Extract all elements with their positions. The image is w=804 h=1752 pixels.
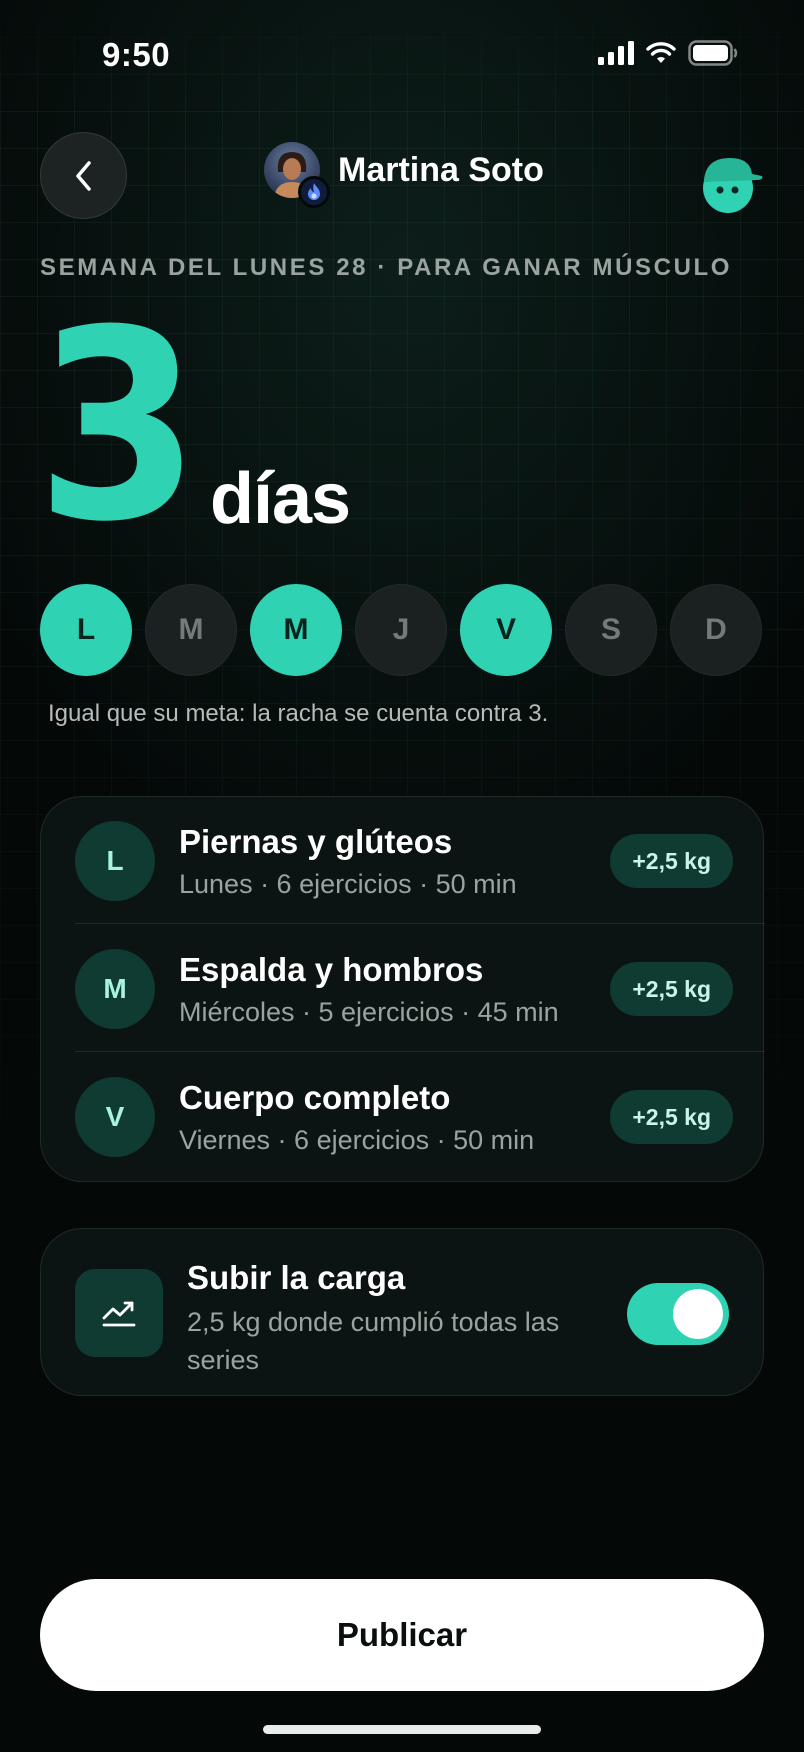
workout-subtitle: Viernes · 6 ejercicios · 50 min bbox=[179, 1125, 535, 1155]
workout-row[interactable]: V Cuerpo completo Viernes · 6 ejercicios… bbox=[41, 1053, 765, 1180]
day-sunday[interactable]: D bbox=[670, 584, 762, 676]
divider bbox=[75, 923, 765, 924]
status-time: 9:50 bbox=[102, 36, 171, 73]
workout-day-badge: V bbox=[75, 1077, 155, 1157]
workout-title: Espalda y hombros bbox=[179, 951, 484, 988]
days-note: Igual que su meta: la racha se cuenta co… bbox=[48, 700, 549, 727]
publish-button[interactable]: Publicar bbox=[40, 1579, 764, 1691]
workout-title: Cuerpo completo bbox=[179, 1079, 451, 1116]
workout-row[interactable]: M Espalda y hombros Miércoles · 5 ejerci… bbox=[41, 925, 765, 1052]
workout-title: Piernas y glúteos bbox=[179, 823, 453, 860]
day-monday[interactable]: L bbox=[40, 584, 132, 676]
workout-subtitle: Miércoles · 5 ejercicios · 45 min bbox=[179, 997, 559, 1027]
workout-subtitle: Lunes · 6 ejercicios · 50 min bbox=[179, 869, 517, 899]
toggle-knob bbox=[673, 1289, 723, 1339]
workouts-card: L Piernas y glúteos Lunes · 6 ejercicios… bbox=[40, 796, 765, 1182]
trending-up-icon bbox=[75, 1269, 163, 1357]
load-subtitle: 2,5 kg donde cumplió todas las series bbox=[187, 1307, 560, 1375]
days-goal-number: 3 bbox=[36, 274, 200, 579]
avatar-wrap bbox=[264, 142, 330, 208]
battery-icon bbox=[688, 40, 738, 66]
workout-day-badge: M bbox=[75, 949, 155, 1029]
divider bbox=[75, 1051, 765, 1052]
home-indicator bbox=[263, 1725, 541, 1734]
load-toggle[interactable] bbox=[627, 1283, 729, 1345]
client-profile[interactable]: Martina Soto bbox=[264, 142, 544, 208]
client-name: Martina Soto bbox=[338, 150, 544, 189]
increment-chip[interactable]: +2,5 kg bbox=[610, 1090, 733, 1144]
wifi-icon bbox=[646, 42, 676, 63]
workout-day-badge: L bbox=[75, 821, 155, 901]
chevron-left-icon bbox=[75, 160, 91, 191]
status-icons bbox=[598, 40, 738, 66]
day-saturday[interactable]: S bbox=[565, 584, 657, 676]
load-progression-card: Subir la carga 2,5 kg donde cumplió toda… bbox=[40, 1228, 764, 1396]
day-wednesday[interactable]: M bbox=[250, 584, 342, 676]
increment-chip[interactable]: +2,5 kg bbox=[610, 962, 733, 1016]
cellular-signal-icon bbox=[598, 41, 634, 65]
day-friday[interactable]: V bbox=[460, 584, 552, 676]
day-selector: L M M J V S D bbox=[40, 584, 762, 676]
increment-chip[interactable]: +2,5 kg bbox=[610, 834, 733, 888]
workout-row[interactable]: L Piernas y glúteos Lunes · 6 ejercicios… bbox=[41, 797, 765, 924]
day-thursday[interactable]: J bbox=[355, 584, 447, 676]
days-goal-unit: días bbox=[210, 459, 351, 539]
screen: 9:50 Martina Soto SEMANA DEL LUNES 28 · … bbox=[0, 0, 804, 1752]
mascot-icon[interactable] bbox=[698, 150, 764, 216]
back-button[interactable] bbox=[40, 132, 127, 219]
day-tuesday[interactable]: M bbox=[145, 584, 237, 676]
flame-badge-icon bbox=[298, 176, 330, 208]
load-title: Subir la carga bbox=[187, 1259, 406, 1296]
